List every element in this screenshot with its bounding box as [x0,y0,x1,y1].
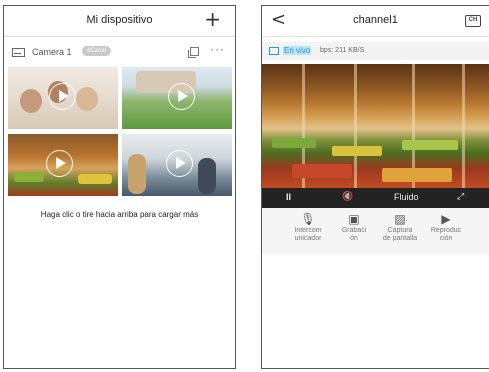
person-figure [20,89,42,113]
produce-stall [292,164,352,178]
screenshot-icon: ▨ [394,212,406,226]
produce-stall [78,174,112,184]
play-icon[interactable] [166,150,193,177]
ceiling-beam [354,64,357,188]
monitor-icon [269,47,279,55]
stream-info-row: En vivo bps: 211 KB/S [262,42,489,60]
intercom-button[interactable]: 🎙 Intercom unicador [288,211,328,243]
add-device-button[interactable]: + [204,8,221,30]
produce-stall [272,138,316,148]
more-options-button[interactable]: ··· [210,42,225,56]
produce-stall [14,172,44,182]
person-figure [198,158,216,194]
live-label: En vivo [283,46,312,55]
person-figure [128,154,146,194]
camera-icon [12,48,25,57]
multi-view-icon[interactable] [188,47,199,58]
play-icon[interactable] [49,83,76,110]
camera-name: Camera 1 [32,47,72,57]
microphone-icon: 🎙 [300,212,316,226]
load-more-text[interactable]: Haga clic o tire hacia arriba para carga… [4,210,235,219]
tool-bar: 🎙 Intercom unicador ▣ Grabaci ón ▨ Captu… [262,208,489,254]
produce-stall [402,140,458,150]
tool-label: Intercom unicador [294,227,322,242]
produce-stall [382,168,452,182]
top-bar: Mi dispositivo + [4,6,235,37]
record-button[interactable]: ▣ Grabaci ón [334,211,374,243]
tool-label: Captura de pantalla [382,227,418,242]
produce-stall [332,146,382,156]
page-title: channel1 [353,14,398,26]
tool-label: Reproduc ción [430,227,462,242]
channel-thumbnail-4[interactable] [122,134,232,196]
play-icon[interactable] [46,150,73,177]
person-figure [76,87,98,111]
playback-button[interactable]: ▶ Reproduc ción [426,211,466,243]
tool-label: Grabaci ón [341,227,367,242]
device-list-screen: Mi dispositivo + Camera 1 4Canal ··· Hag… [3,5,236,369]
channel-thumbnail-2[interactable] [122,67,232,129]
live-view-screen: < channel1 CH En vivo bps: 211 KB/S II 🔇… [261,5,489,369]
mute-icon[interactable]: 🔇 [342,192,353,202]
channel-count-badge: 4Canal [82,46,112,56]
play-icon[interactable] [168,83,195,110]
screenshot-button[interactable]: ▨ Captura de pantalla [380,211,420,243]
live-video[interactable] [262,64,489,188]
fullscreen-icon[interactable]: ⤢ [457,192,464,202]
record-icon: ▣ [348,212,360,226]
top-bar: < channel1 CH [262,6,489,37]
channel-switch-icon[interactable]: CH [465,15,481,27]
quality-selector[interactable]: Fluido [394,192,419,202]
page-title: Mi dispositivo [86,14,153,26]
camera-row[interactable]: Camera 1 4Canal ··· [4,42,235,64]
pause-button[interactable]: II [286,192,291,202]
playback-control-bar: II 🔇 Fluido ⤢ [262,188,489,208]
channel-thumbnail-3[interactable] [8,134,118,196]
ceiling-beam [462,64,465,188]
channel-thumbnail-1[interactable] [8,67,118,129]
bitrate-text: bps: 211 KB/S [320,47,365,54]
playback-icon: ▶ [441,212,451,226]
